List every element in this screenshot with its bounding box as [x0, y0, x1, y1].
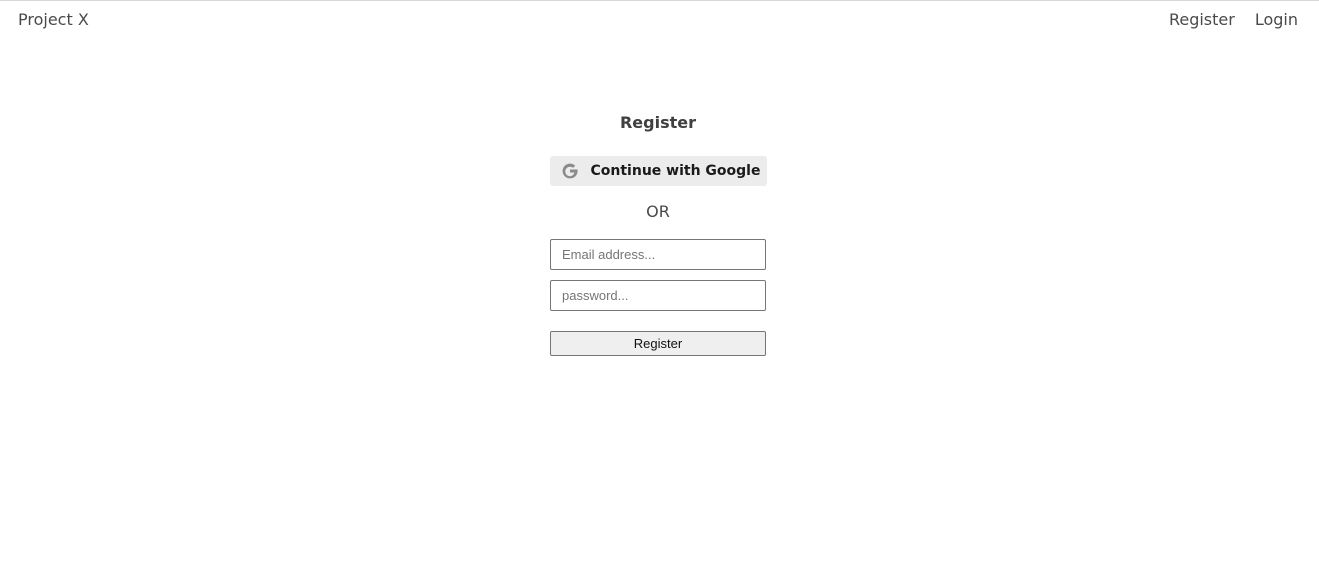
nav-register-link[interactable]: Register — [1169, 10, 1235, 29]
brand-link[interactable]: Project X — [18, 10, 89, 29]
register-form: Register Continue with Google OR Registe… — [549, 113, 767, 356]
continue-with-google-button[interactable]: Continue with Google — [549, 156, 767, 186]
top-navbar: Project X Register Login — [0, 1, 1319, 41]
nav-links: Register Login — [1169, 10, 1298, 29]
google-button-label: Continue with Google — [590, 163, 761, 179]
or-divider: OR — [646, 202, 670, 221]
nav-login-link[interactable]: Login — [1255, 10, 1298, 29]
page-title: Register — [619, 113, 697, 132]
register-submit-button[interactable]: Register — [550, 331, 766, 356]
google-g-icon — [560, 161, 580, 181]
password-field[interactable] — [550, 280, 766, 311]
email-field[interactable] — [550, 239, 766, 270]
